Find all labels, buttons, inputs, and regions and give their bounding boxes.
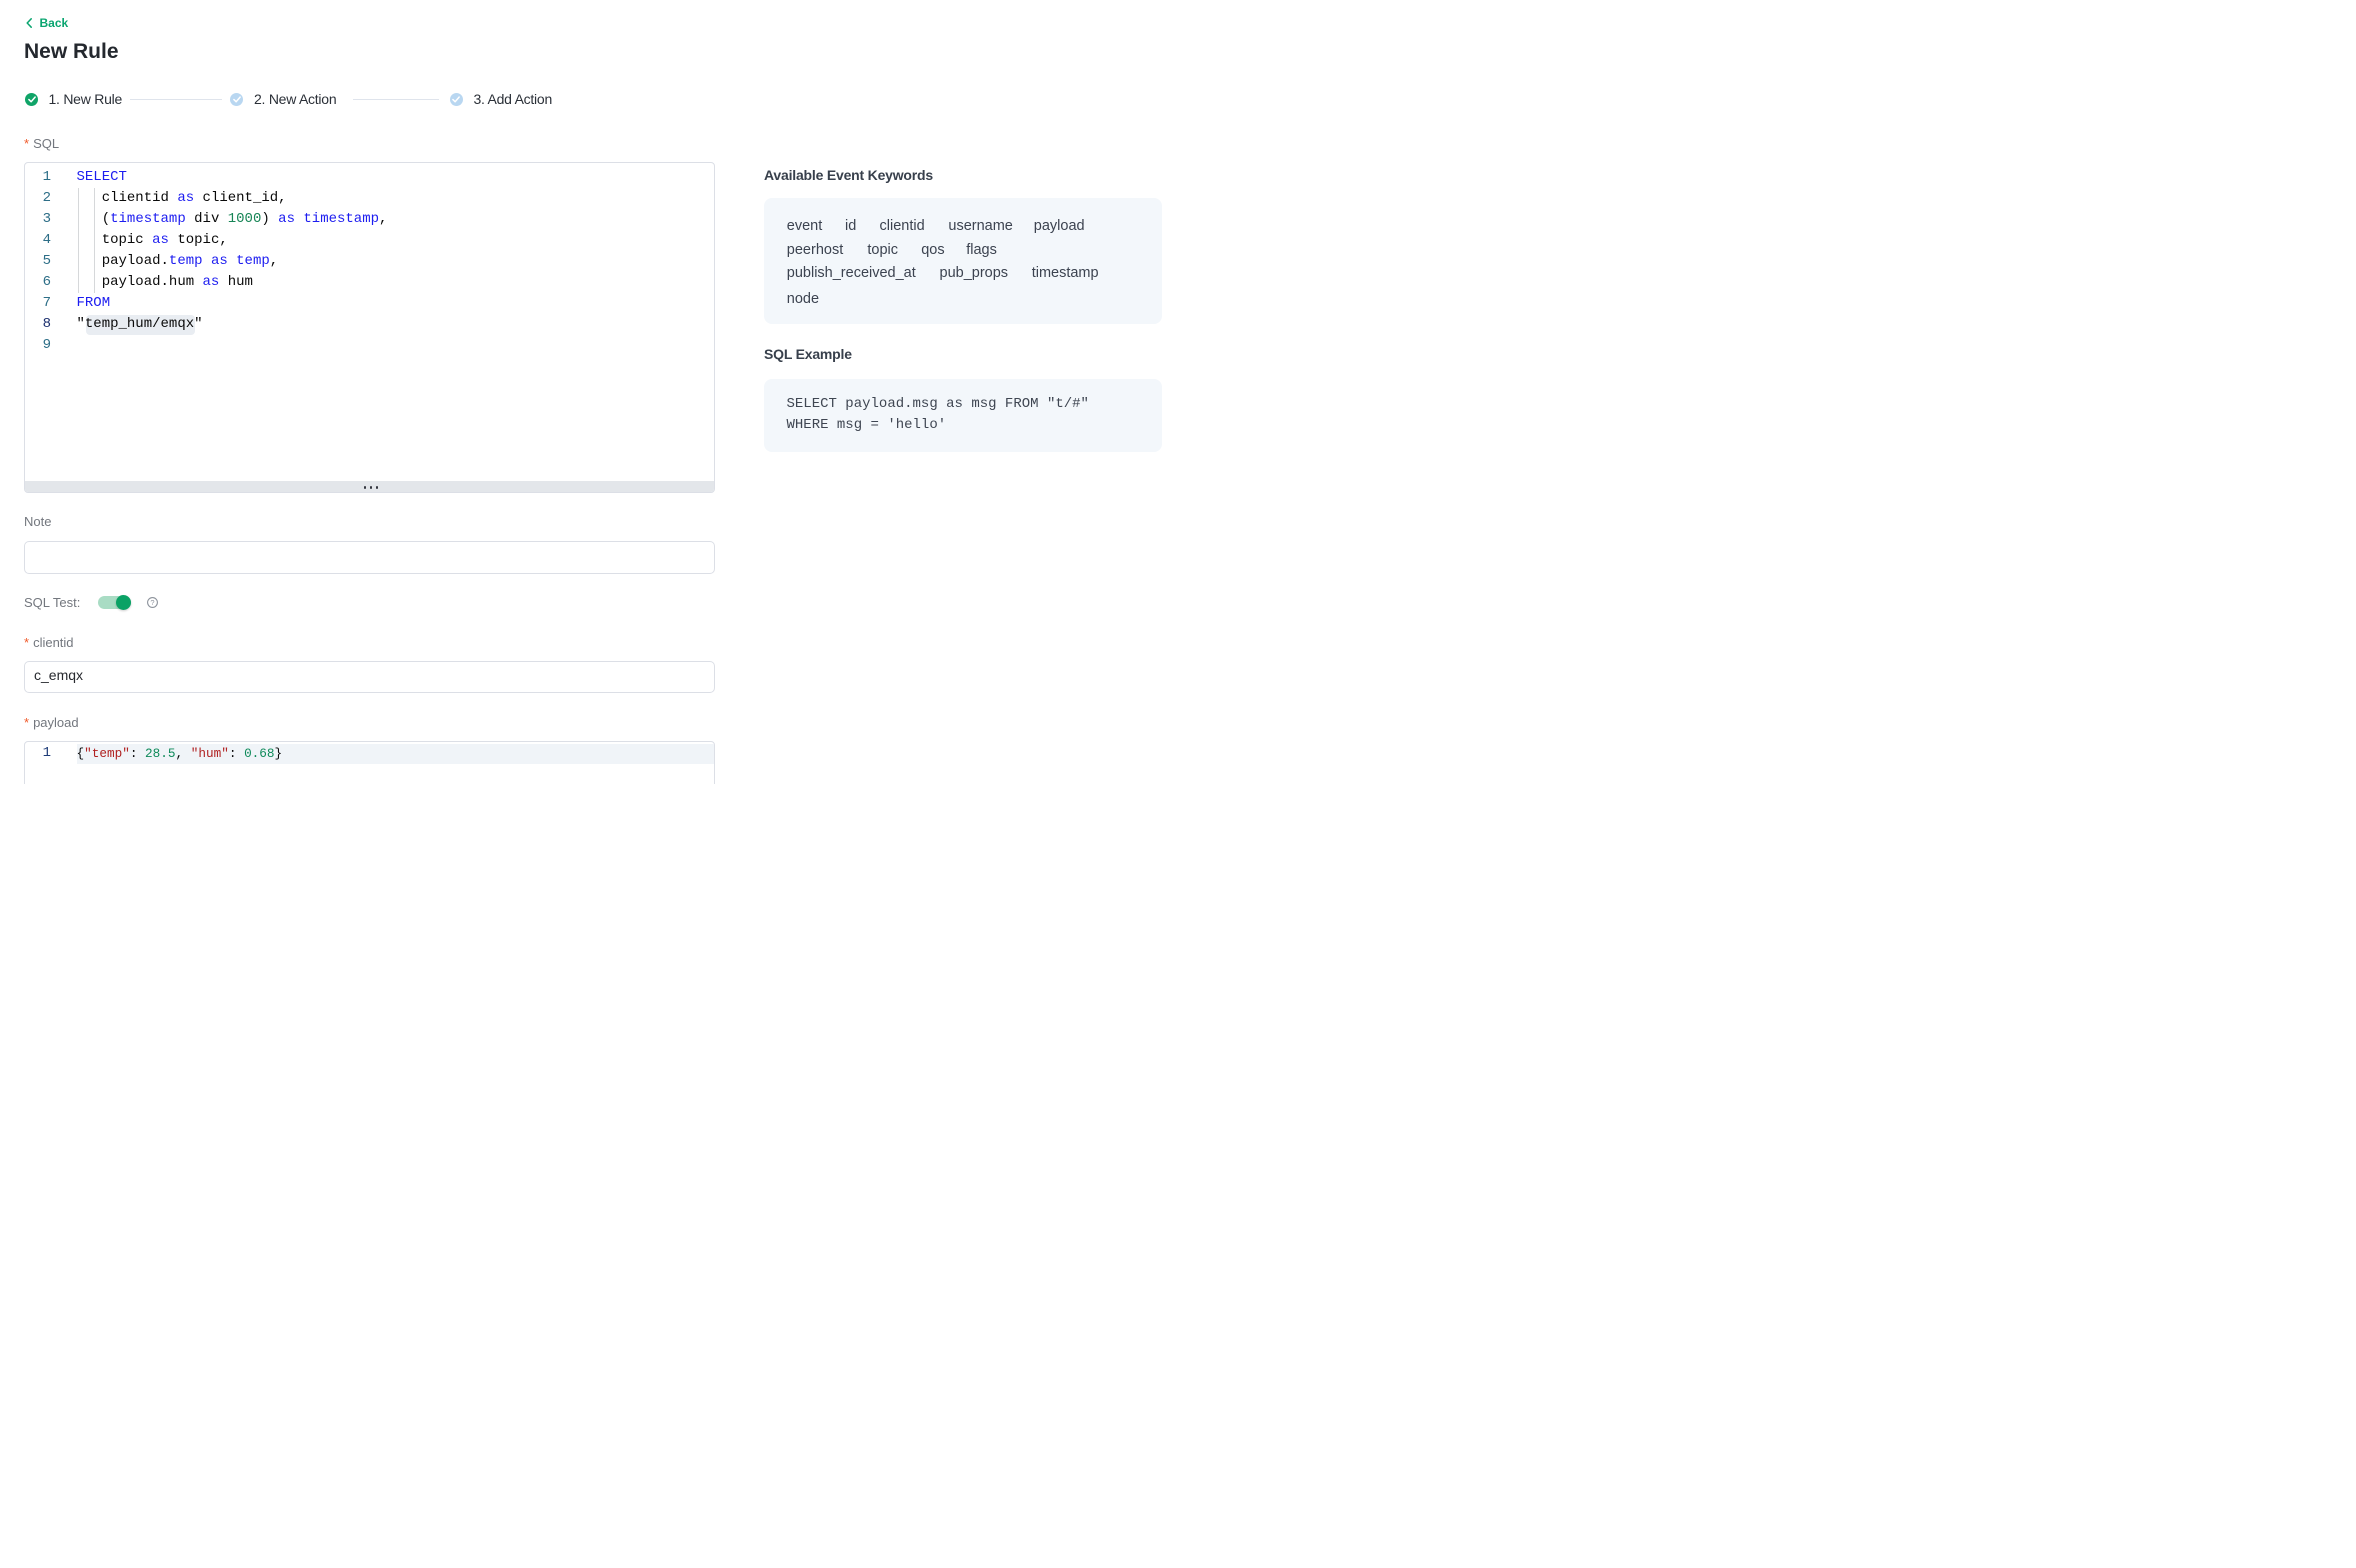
svg-text:?: ? <box>150 598 154 607</box>
